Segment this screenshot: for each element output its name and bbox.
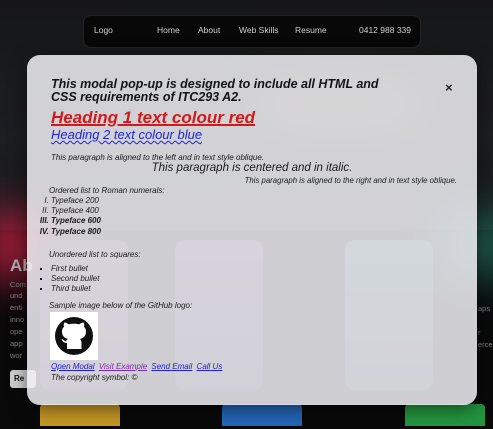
copyright-text: The copyright symbol: © xyxy=(51,373,138,382)
list-item: Typeface 200 xyxy=(51,196,101,206)
list-item: Typeface 400 xyxy=(51,206,101,216)
github-logo-icon xyxy=(50,312,98,360)
image-label: Sample image below of the GitHub logo: xyxy=(49,301,193,310)
heading-2: Heading 2 text colour blue xyxy=(51,127,203,142)
paragraph-left: This paragraph is aligned to the left an… xyxy=(51,153,265,162)
visit-example-link[interactable]: Visit Example xyxy=(99,362,147,371)
open-modal-link[interactable]: Open Modal xyxy=(51,362,95,371)
ordered-list: Typeface 200 Typeface 400 Typeface 600 T… xyxy=(27,196,101,237)
modal-dialog: This modal pop-up is designed to include… xyxy=(27,55,477,405)
modal-title: This modal pop-up is designed to include… xyxy=(51,77,379,104)
unordered-list-label: Unordered list to squares: xyxy=(49,250,141,259)
paragraph-center: This paragraph is centered and in italic… xyxy=(151,162,353,174)
heading-1: Heading 1 text colour red xyxy=(51,108,256,127)
ordered-list-label: Ordered list to Roman numerals: xyxy=(49,186,165,195)
list-item: Third bullet xyxy=(51,284,99,294)
list-item: Typeface 600 xyxy=(51,216,101,226)
paragraph-right: This paragraph is aligned to the right a… xyxy=(244,176,457,185)
link-row: Open Modal Visit Example Send Email Call… xyxy=(51,362,224,371)
call-us-link[interactable]: Call Us xyxy=(197,362,223,371)
unordered-list: First bullet Second bullet Third bullet xyxy=(27,264,99,294)
list-item: First bullet xyxy=(51,264,99,274)
send-email-link[interactable]: Send Email xyxy=(151,362,192,371)
list-item: Second bullet xyxy=(51,274,99,284)
list-item: Typeface 800 xyxy=(51,227,101,237)
close-icon[interactable]: × xyxy=(445,80,453,95)
